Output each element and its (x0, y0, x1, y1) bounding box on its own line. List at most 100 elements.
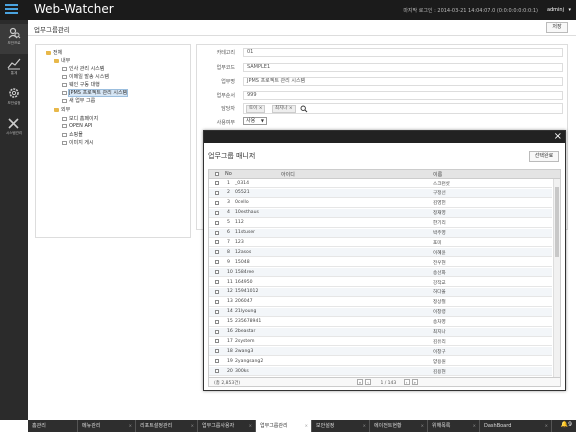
name-field[interactable]: JPMS 프로젝트 관리 시스템 (243, 77, 563, 86)
row-checkbox[interactable] (215, 289, 219, 294)
table-row[interactable]: 10 1584ree 송선화 (209, 268, 552, 278)
table-row[interactable]: 16 2beastar 최지나 (209, 327, 552, 337)
row-checkbox[interactable] (215, 309, 219, 314)
last-page-button[interactable]: » (411, 379, 418, 385)
grid-scrollbar[interactable] (553, 179, 560, 377)
tree-node[interactable]: 새 업무 그룹 (62, 97, 95, 104)
row-checkbox[interactable] (215, 280, 219, 284)
hamburger-menu-icon[interactable] (5, 4, 18, 16)
user-menu[interactable]: adminj (547, 7, 564, 13)
bottom-tab[interactable]: 위해목록 × (428, 420, 480, 432)
row-checkbox[interactable] (215, 270, 219, 275)
scrollbar-thumb[interactable] (555, 187, 559, 257)
sidebar-item-statistics[interactable]: 통계 (0, 54, 28, 84)
row-checkbox[interactable] (215, 220, 219, 225)
code-field[interactable]: SAMPLE1 (243, 63, 563, 72)
prev-page-button[interactable]: ‹ (365, 379, 371, 385)
table-row[interactable]: 13 206047 정상철 (209, 298, 552, 307)
table-row[interactable]: 19 2yangsang2 양용원 (209, 357, 552, 367)
table-row[interactable]: 11 164950 강작교 (209, 278, 552, 287)
table-row[interactable]: 1 _0314 스크런샷 (209, 179, 552, 188)
tree-node[interactable]: 이미지 게시 (62, 139, 94, 146)
table-row[interactable]: 12 15941012 허다올 (209, 287, 552, 297)
cell-no: 19 (227, 358, 233, 364)
tree-node[interactable]: 쇼핑몰 (62, 131, 83, 138)
bottom-tab[interactable]: 리포트설정관리 × (136, 420, 198, 432)
cell-id: 206047 (235, 299, 253, 305)
bottom-tab[interactable]: 업무그룹사용자 × (198, 420, 256, 432)
bell-icon[interactable]: 🔔9 (561, 421, 572, 428)
tree-node-selected[interactable]: JPMS 프로젝트 관리 시스템 (62, 89, 129, 97)
close-icon[interactable]: × (129, 420, 132, 432)
table-row[interactable]: 6 11stuser 박주영 (209, 228, 552, 238)
row-checkbox[interactable] (215, 190, 219, 195)
row-checkbox[interactable] (215, 339, 219, 344)
table-row[interactable]: 7 123 포미 (209, 238, 552, 248)
row-checkbox[interactable] (215, 240, 219, 245)
row-checkbox[interactable] (215, 200, 219, 205)
tree-node[interactable]: 인사 관리 시스템 (62, 65, 104, 72)
table-row[interactable]: 3 0cello 김영헌 (209, 199, 552, 208)
close-icon[interactable]: × (191, 420, 194, 432)
row-checkbox[interactable] (215, 260, 219, 265)
save-button[interactable]: 저장 (546, 22, 568, 33)
close-icon[interactable]: × (473, 420, 476, 432)
tree-node-internal[interactable]: 내부 (54, 57, 70, 64)
close-icon[interactable]: × (545, 420, 548, 432)
close-icon[interactable]: × (363, 420, 366, 432)
row-checkbox[interactable] (215, 359, 219, 364)
tree-node[interactable]: 웨인 구동 대행 (62, 81, 100, 88)
table-row[interactable]: 20 300ks 김용현 (209, 367, 552, 377)
table-row[interactable]: 18 2wang3 이창구 (209, 347, 552, 357)
row-checkbox[interactable] (215, 319, 219, 324)
row-checkbox[interactable] (215, 349, 219, 354)
row-checkbox[interactable] (215, 250, 219, 255)
close-icon[interactable]: × (249, 420, 252, 432)
table-row[interactable]: 2 05521 구정선 (209, 188, 552, 198)
table-row[interactable]: 15 235678941 송차영 (209, 318, 552, 327)
tree-node[interactable]: OPEN API (62, 123, 92, 129)
sidebar-item-security-settings[interactable]: 보안설정 (0, 84, 28, 114)
bottom-tab[interactable]: DashBoard × (480, 420, 552, 432)
table-row[interactable]: 17 2system 김유리 (209, 337, 552, 347)
table-row[interactable]: 5 112 한기리 (209, 219, 552, 228)
cell-id: 123 (235, 239, 244, 245)
table-row[interactable]: 8 12asos 이혜윤 (209, 248, 552, 258)
table-row[interactable]: 9 15048 전우현 (209, 258, 552, 268)
bottom-tab-active[interactable]: 업무그룹관리 × (256, 420, 312, 432)
close-icon[interactable]: × (305, 420, 308, 432)
cell-name: 최지나 (433, 330, 446, 335)
manager-chip[interactable]: 토이 × (246, 105, 266, 113)
bottom-tab[interactable]: 메뉴관리 × (78, 420, 136, 432)
close-icon[interactable]: × (554, 131, 562, 143)
order-field[interactable]: 999 (243, 91, 563, 100)
row-checkbox[interactable] (215, 369, 219, 374)
manager-field[interactable]: 토이 × 최지나 × (243, 103, 563, 114)
row-checkbox[interactable] (215, 329, 219, 334)
next-page-button[interactable]: › (403, 379, 410, 385)
bottom-tab[interactable]: 홈관리 (28, 420, 78, 432)
use-select[interactable]: 사용 ▼ (243, 117, 267, 125)
select-all-checkbox[interactable] (215, 172, 219, 176)
first-page-button[interactable]: « (357, 379, 363, 385)
close-icon[interactable]: × (421, 420, 424, 432)
tree-node[interactable]: 보디 홈페이지 (62, 115, 98, 122)
sidebar-item-system-admin[interactable]: 시스템관리 (0, 114, 28, 144)
search-icon[interactable] (300, 105, 308, 113)
table-row[interactable]: 14 21lyoung 이창령 (209, 307, 552, 317)
row-checkbox[interactable] (215, 299, 219, 304)
category-field[interactable]: 01 (243, 48, 563, 57)
bottom-tab[interactable]: 보안설정 × (312, 420, 370, 432)
chevron-down-icon[interactable]: ▾ (568, 7, 571, 13)
tree-node[interactable]: 이메일 발송 시스템 (62, 73, 109, 80)
manager-chip[interactable]: 최지나 × (272, 105, 296, 113)
tree-node-root[interactable]: 전체 (46, 49, 62, 56)
row-checkbox[interactable] (215, 181, 219, 185)
row-checkbox[interactable] (215, 230, 219, 235)
row-checkbox[interactable] (215, 210, 219, 215)
table-row[interactable]: 4 10esthaus 정재영 (209, 208, 552, 218)
bottom-tab[interactable]: 에이전트현황 × (370, 420, 428, 432)
tree-node-external[interactable]: 외부 (54, 106, 70, 113)
sidebar-item-security-profile[interactable]: 보안프로 (0, 24, 28, 54)
confirm-selection-button[interactable]: 선택완료 (529, 151, 559, 162)
